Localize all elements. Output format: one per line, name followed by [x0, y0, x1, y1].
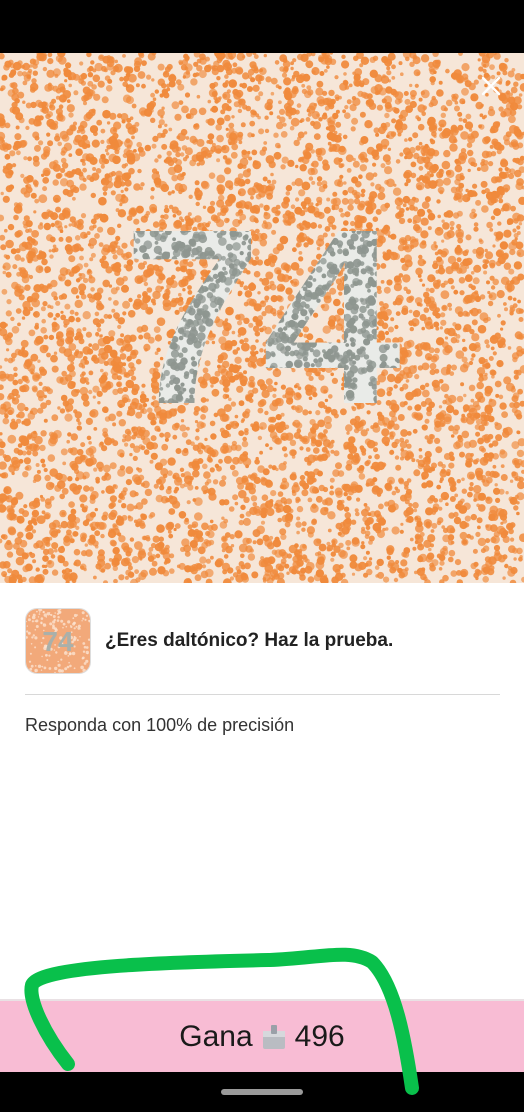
coin-box-icon: [262, 1024, 285, 1049]
ad-content: 74 ¿Eres daltónico? Haz la prueba. Respo…: [0, 583, 524, 999]
app-row[interactable]: 74 ¿Eres daltónico? Haz la prueba.: [25, 608, 500, 674]
divider: [25, 694, 500, 695]
color-blind-test-plate: 74: [0, 53, 524, 583]
navigation-bar: [0, 1072, 524, 1112]
status-bar: [0, 0, 524, 53]
cta-prefix: Gana: [179, 1019, 253, 1053]
app-icon-digits: 74: [42, 626, 74, 657]
close-icon: [481, 76, 501, 96]
app-icon[interactable]: 74: [25, 608, 91, 674]
ad-hero-image[interactable]: 74: [0, 53, 524, 583]
app-title: ¿Eres daltónico? Haz la prueba.: [105, 630, 394, 651]
cta-amount: 496: [294, 1019, 345, 1053]
close-button[interactable]: [476, 71, 506, 101]
home-gesture-pill[interactable]: [221, 1089, 303, 1095]
screen: 74 74 ¿Eres daltónico? Haz: [0, 0, 524, 1112]
ad-subtitle: Responda con 100% de precisión: [25, 715, 295, 735]
earn-reward-button[interactable]: Gana 496: [0, 999, 524, 1072]
